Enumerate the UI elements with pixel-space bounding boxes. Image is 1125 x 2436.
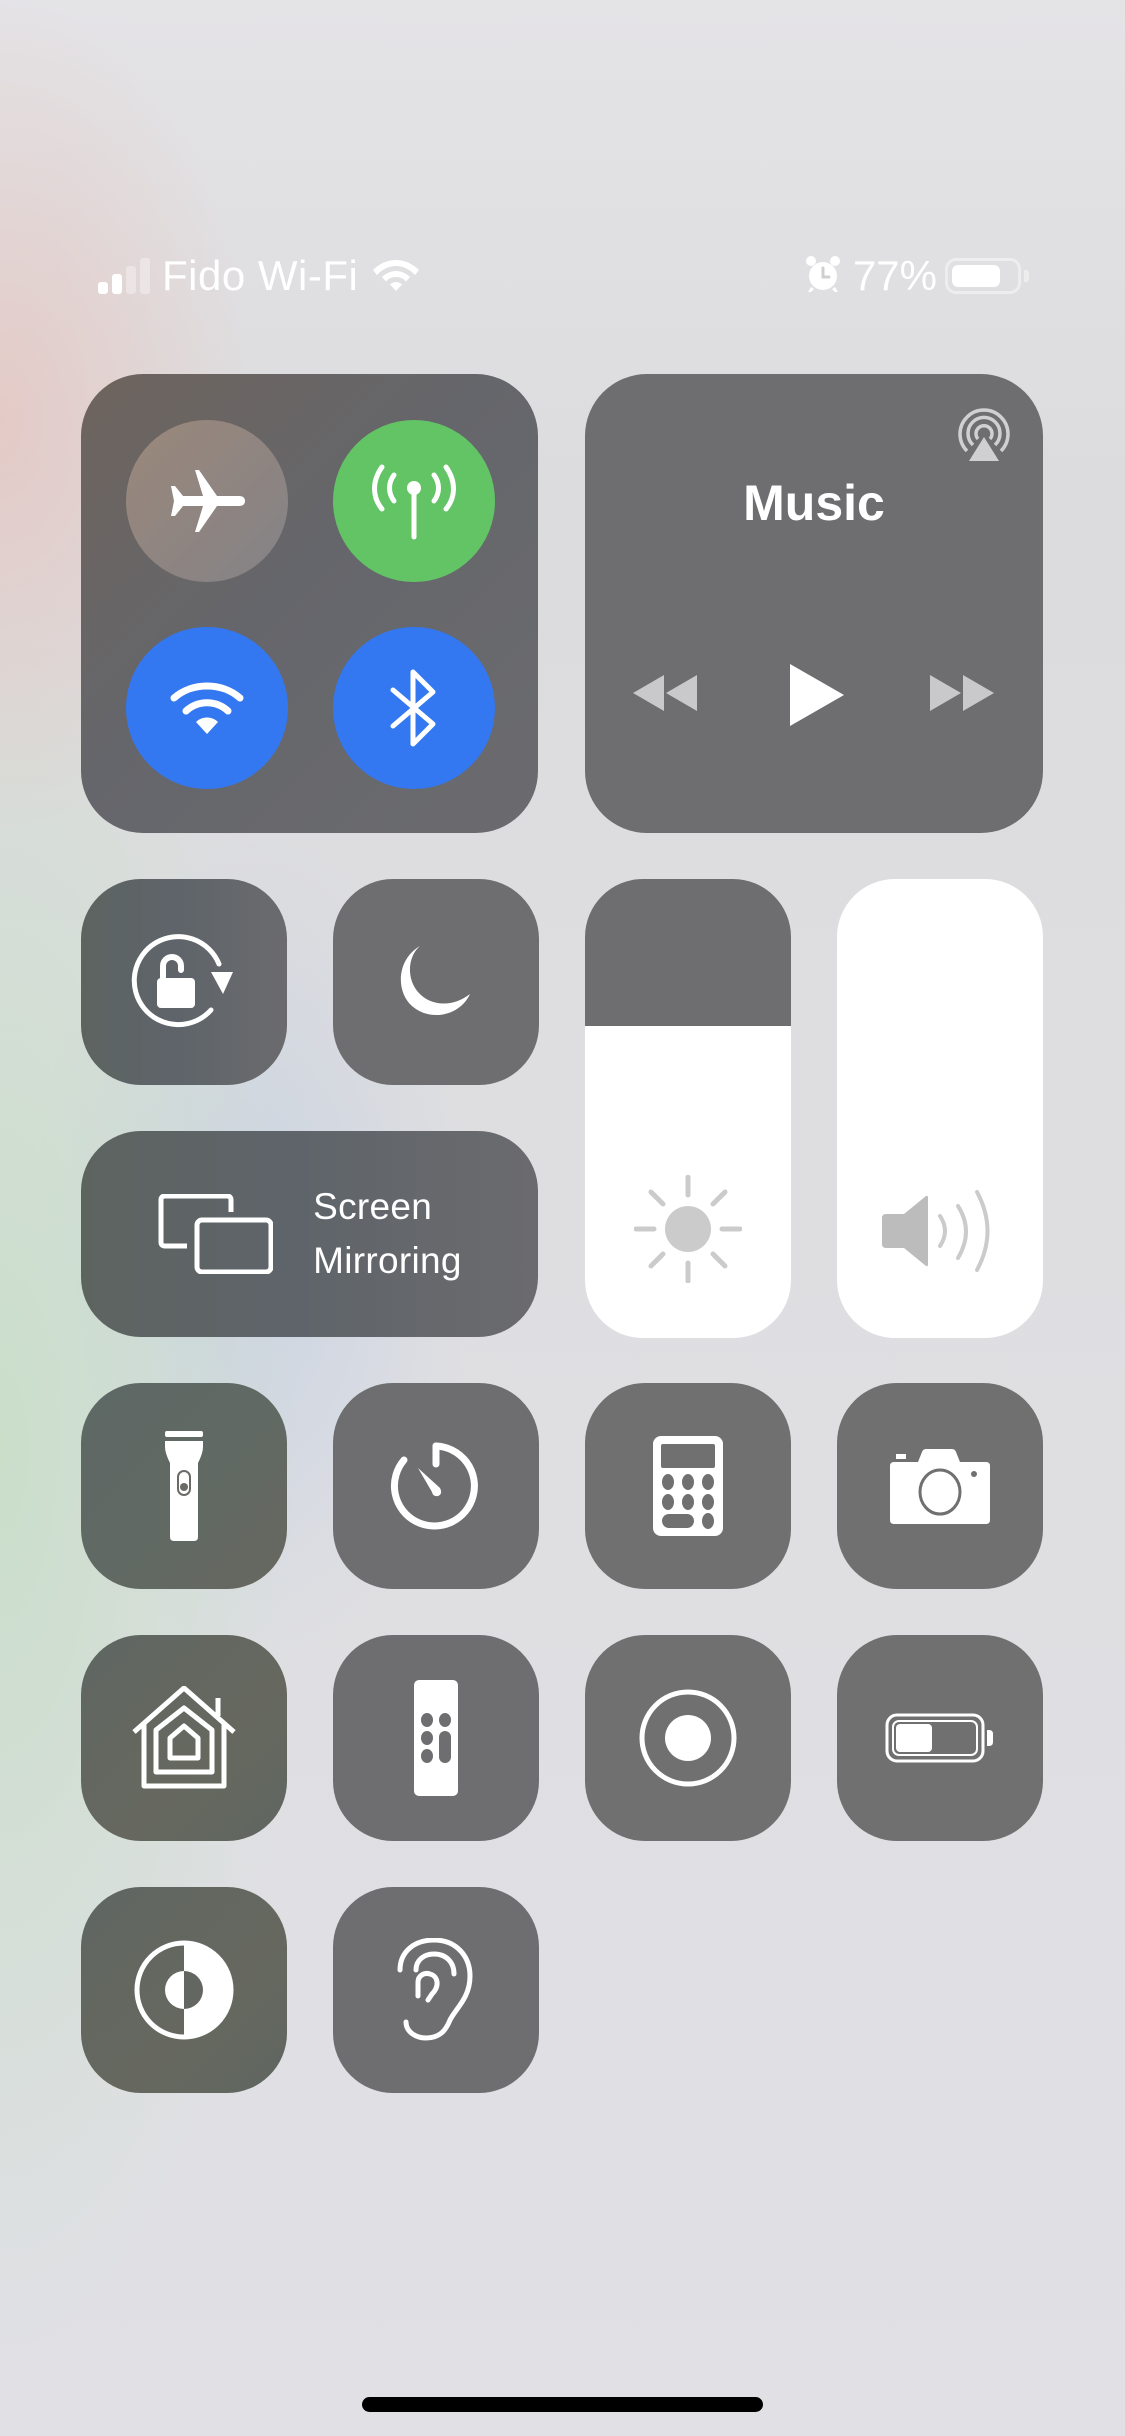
low-power-mode-button[interactable]	[837, 1635, 1043, 1841]
music-module[interactable]: Music	[585, 374, 1043, 833]
airplay-button[interactable]	[955, 407, 1013, 463]
camera-button[interactable]	[837, 1383, 1043, 1589]
record-icon	[639, 1689, 737, 1787]
dark-mode-button[interactable]	[81, 1887, 287, 2093]
remote-icon	[414, 1680, 458, 1796]
signal-strength-icon	[98, 258, 150, 294]
flashlight-icon	[165, 1431, 203, 1541]
home-indicator[interactable]	[362, 2397, 763, 2412]
airplay-icon	[958, 408, 1010, 461]
antenna-icon	[372, 464, 456, 540]
timer-button[interactable]	[333, 1383, 539, 1589]
home-button[interactable]	[81, 1635, 287, 1841]
brightness-slider-empty-track	[585, 879, 791, 1026]
carrier-name: Fido Wi-Fi	[162, 252, 359, 299]
moon-icon	[400, 946, 470, 1016]
play-button[interactable]	[787, 662, 845, 728]
status-bar-right: 77%	[803, 246, 1029, 306]
wifi-icon	[170, 682, 244, 734]
rotation-lock-icon	[131, 934, 233, 1028]
label-line-1: Screen	[313, 1186, 433, 1227]
cellular-data-toggle[interactable]	[333, 420, 495, 582]
do-not-disturb-toggle[interactable]	[333, 879, 539, 1085]
volume-slider[interactable]	[837, 879, 1043, 1338]
screen-mirroring-button[interactable]: Screen Mirroring	[81, 1131, 538, 1337]
screen-mirroring-label: Screen Mirroring	[313, 1180, 462, 1288]
fast-forward-button[interactable]	[929, 674, 995, 712]
battery-cap	[1024, 270, 1029, 282]
screen-recording-button[interactable]	[585, 1635, 791, 1841]
camera-icon	[890, 1449, 990, 1524]
connectivity-module	[81, 374, 538, 833]
speaker-icon	[882, 1190, 990, 1272]
brightness-slider[interactable]	[585, 879, 791, 1338]
play-icon	[790, 664, 844, 726]
home-icon	[132, 1686, 236, 1789]
fast-forward-icon	[930, 675, 994, 711]
bluetooth-icon	[390, 669, 436, 747]
calculator-icon	[653, 1436, 723, 1536]
airplane-icon	[171, 470, 245, 532]
airplane-mode-toggle[interactable]	[126, 420, 288, 582]
rewind-icon	[633, 675, 697, 711]
ear-icon	[397, 1938, 473, 2041]
bluetooth-toggle[interactable]	[333, 627, 495, 789]
flashlight-button[interactable]	[81, 1383, 287, 1589]
alarm-icon	[803, 254, 843, 299]
wifi-icon	[372, 256, 420, 297]
orientation-lock-toggle[interactable]	[81, 879, 287, 1085]
battery-icon	[945, 258, 1021, 294]
wifi-toggle[interactable]	[126, 627, 288, 789]
timer-icon	[390, 1442, 478, 1530]
music-title: Music	[743, 475, 885, 531]
screen-mirroring-icon	[158, 1194, 274, 1274]
hearing-button[interactable]	[333, 1887, 539, 2093]
battery-percentage: 77%	[852, 252, 937, 299]
battery-icon	[885, 1713, 993, 1763]
rewind-button[interactable]	[632, 674, 698, 712]
dark-mode-icon	[134, 1940, 234, 2040]
calculator-button[interactable]	[585, 1383, 791, 1589]
label-line-2: Mirroring	[313, 1240, 462, 1281]
apple-tv-remote-button[interactable]	[333, 1635, 539, 1841]
status-bar-left: Fido Wi-Fi	[98, 246, 420, 306]
sun-icon	[634, 1175, 742, 1283]
